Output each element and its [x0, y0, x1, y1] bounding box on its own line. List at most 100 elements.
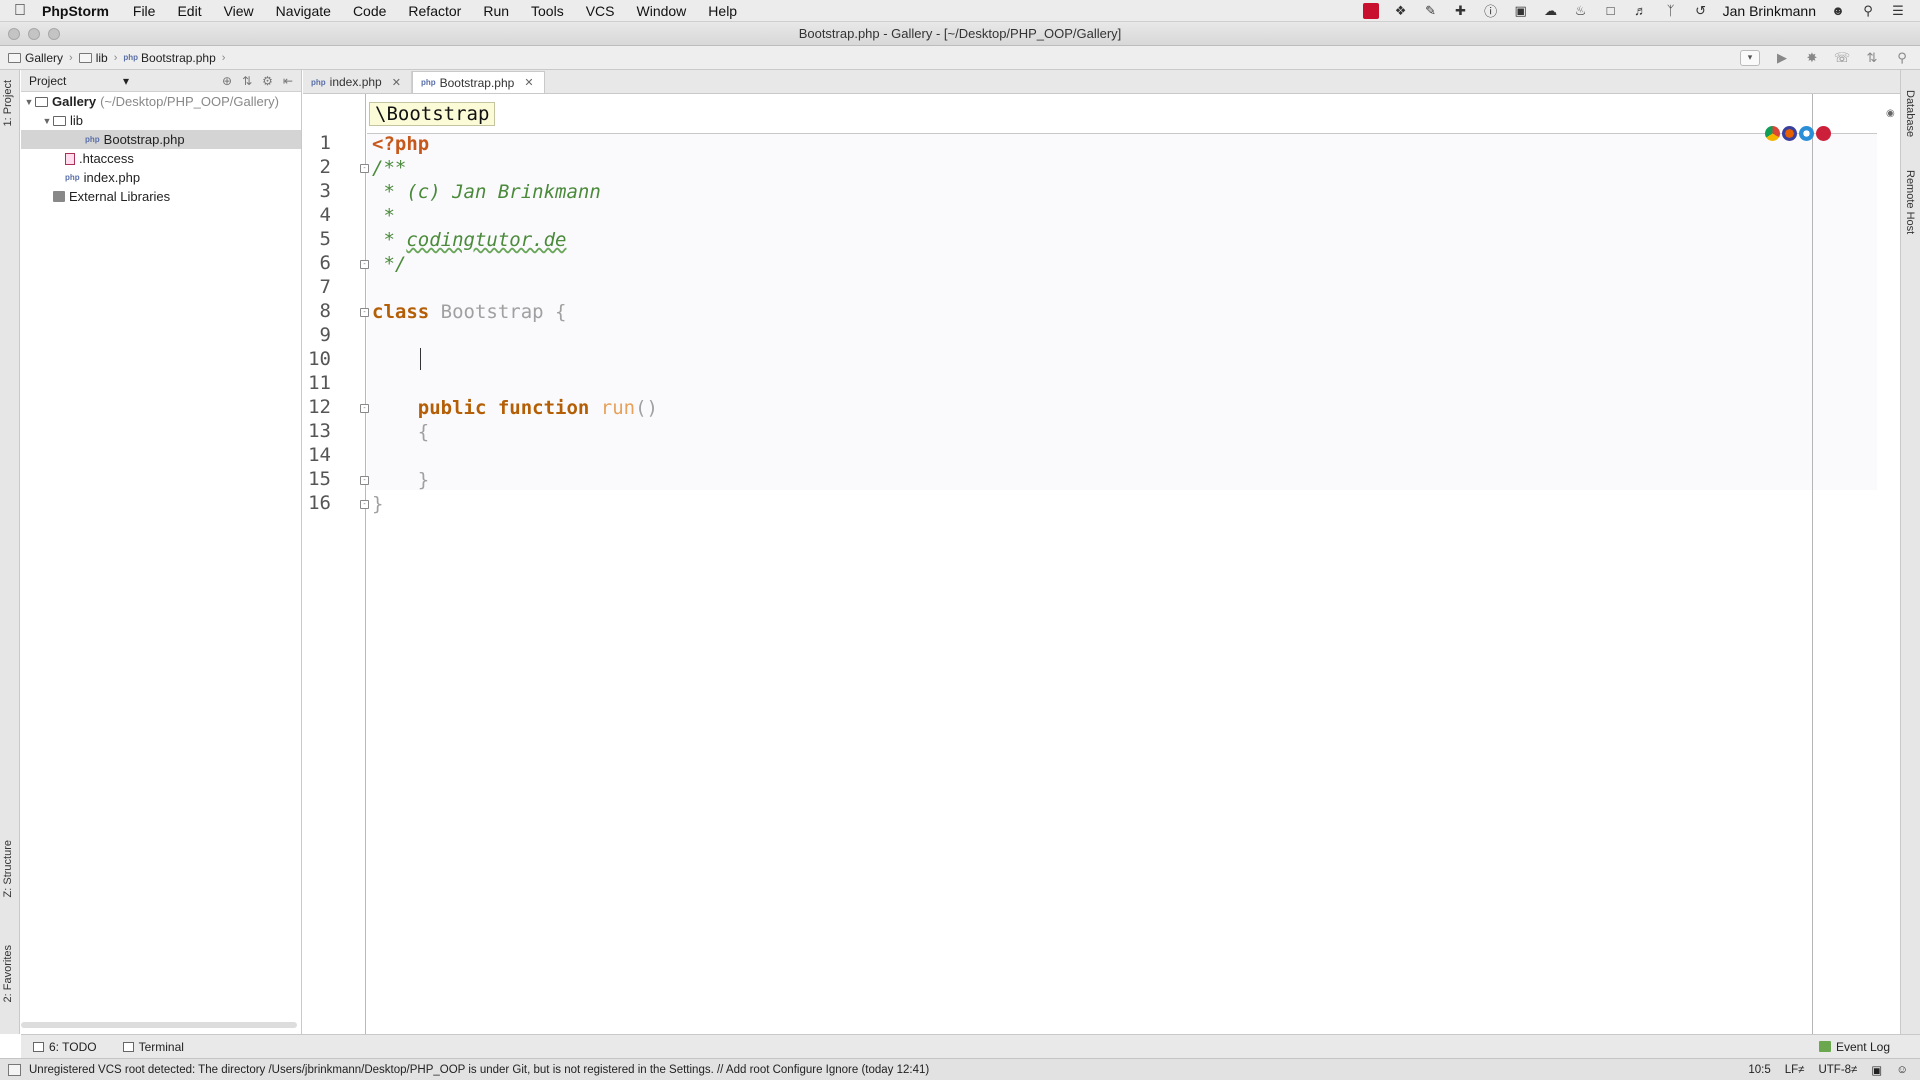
time-machine-icon[interactable]: ↺: [1693, 3, 1709, 19]
structure-tool-tab[interactable]: Z: Structure: [2, 840, 14, 897]
breadcrumb-bootstrap[interactable]: php Bootstrap.php ›: [123, 51, 225, 65]
scroll-from-source-icon[interactable]: ⊕: [222, 74, 232, 88]
gear-icon[interactable]: ⚙: [262, 74, 273, 88]
tree-item-index-php[interactable]: php index.php: [21, 168, 301, 187]
dropbox-icon[interactable]: ❖: [1393, 3, 1409, 19]
monitor-icon[interactable]: □: [1603, 3, 1619, 19]
lock-icon[interactable]: ▣: [1871, 1063, 1882, 1077]
tab-index-php[interactable]: php index.php ✕: [303, 71, 412, 93]
fold-marker-icon[interactable]: -: [360, 500, 369, 509]
code-line-13: {: [372, 420, 429, 444]
line-number: 4: [319, 204, 331, 226]
tree-item-gallery[interactable]: ▼ Gallery (~/Desktop/PHP_OOP/Gallery): [21, 92, 301, 111]
volume-icon[interactable]: ♬: [1633, 3, 1649, 19]
bluetooth-icon[interactable]: ᛉ: [1663, 3, 1679, 19]
app-red-icon[interactable]: [1362, 2, 1379, 19]
fold-marker-icon[interactable]: -: [360, 476, 369, 485]
event-log-button[interactable]: Event Log: [1818, 1040, 1890, 1054]
project-tool-tab[interactable]: 1: Project: [2, 80, 14, 126]
brace-open: {: [372, 421, 430, 443]
hide-panel-icon[interactable]: ⇤: [283, 74, 293, 88]
menu-help[interactable]: Help: [708, 3, 737, 19]
caret-position[interactable]: 10:5: [1748, 1064, 1770, 1076]
menu-tools[interactable]: Tools: [531, 3, 564, 19]
breadcrumb-gallery[interactable]: Gallery ›: [8, 51, 73, 65]
menu-view[interactable]: View: [224, 3, 254, 19]
tree-item-external-libraries[interactable]: External Libraries: [21, 187, 301, 206]
project-view-selector[interactable]: Project ▾: [29, 74, 129, 88]
encoding-selector[interactable]: UTF-8≠: [1818, 1064, 1857, 1076]
line-number: 15: [308, 468, 331, 490]
tree-item-bootstrap-php[interactable]: php Bootstrap.php: [21, 130, 301, 149]
line-number: 3: [319, 180, 331, 202]
spotlight-icon[interactable]: ⚲: [1860, 3, 1876, 19]
comment-text: *: [372, 205, 395, 227]
comment-url[interactable]: codingtutor.de: [406, 229, 566, 251]
tab-bootstrap-php[interactable]: php Bootstrap.php ✕: [411, 71, 545, 93]
run-icon[interactable]: ▶: [1774, 50, 1790, 66]
expand-arrow-icon[interactable]: ▼: [41, 116, 53, 126]
menu-navigate[interactable]: Navigate: [276, 3, 331, 19]
menu-file[interactable]: File: [133, 3, 156, 19]
close-icon[interactable]: ✕: [524, 76, 533, 89]
person-icon[interactable]: ☻: [1830, 3, 1846, 19]
breadcrumb-lib[interactable]: lib ›: [78, 51, 117, 65]
fold-marker-icon[interactable]: -: [360, 308, 369, 317]
book-icon[interactable]: ▣: [1513, 3, 1529, 19]
terminal-tool-button[interactable]: Terminal: [122, 1040, 184, 1054]
editor-gutter[interactable]: 1 2 3 4 5 6 7 8 9 10 11 12 13 14 15 16 -…: [303, 94, 369, 1034]
right-margin-guide: [1812, 94, 1813, 1034]
tree-item-htaccess[interactable]: .htaccess: [21, 149, 301, 168]
menu-app[interactable]: PhpStorm: [42, 3, 109, 19]
collapse-all-icon[interactable]: ⇅: [242, 74, 252, 88]
close-icon[interactable]: ✕: [392, 76, 401, 89]
pen-icon[interactable]: ✎: [1423, 3, 1439, 19]
todo-tool-button[interactable]: 6: TODO: [33, 1040, 97, 1054]
info-icon[interactable]: ⓘ: [1483, 3, 1499, 19]
remote-host-tool-tab[interactable]: Remote Host: [1904, 170, 1916, 234]
line-separator-selector[interactable]: LF≠: [1785, 1064, 1805, 1076]
left-tool-strip: 1: Project Z: Structure 2: Favorites: [0, 70, 20, 1034]
close-window-button[interactable]: [8, 28, 20, 40]
zoom-window-button[interactable]: [48, 28, 60, 40]
safari-icon[interactable]: [1799, 126, 1814, 141]
menu-code[interactable]: Code: [353, 3, 386, 19]
tree-item-lib[interactable]: ▼ lib: [21, 111, 301, 130]
plus-icon[interactable]: ✚: [1453, 3, 1469, 19]
menu-window[interactable]: Window: [637, 3, 687, 19]
vcs-update-icon[interactable]: ⇅: [1864, 50, 1880, 66]
line-number: 5: [319, 228, 331, 250]
menu-vcs[interactable]: VCS: [586, 3, 615, 19]
tool-windows-toggle-icon[interactable]: [8, 1063, 21, 1076]
fold-marker-icon[interactable]: -: [360, 260, 369, 269]
debug-icon[interactable]: ✸: [1804, 50, 1820, 66]
horizontal-scrollbar[interactable]: [21, 1022, 297, 1028]
fold-marker-icon[interactable]: -: [360, 404, 369, 413]
expand-arrow-icon[interactable]: ▼: [23, 97, 35, 107]
favorites-tool-tab[interactable]: 2: Favorites: [2, 945, 14, 1002]
database-tool-tab[interactable]: Database: [1904, 90, 1916, 137]
code-editor[interactable]: 1 2 3 4 5 6 7 8 9 10 11 12 13 14 15 16 -…: [303, 94, 1900, 1034]
cloud-icon[interactable]: ☁: [1543, 3, 1559, 19]
listen-debug-icon[interactable]: ☏: [1834, 50, 1850, 66]
code-line-6: */: [372, 252, 406, 276]
status-message[interactable]: Unregistered VCS root detected: The dire…: [29, 1064, 929, 1076]
inspector-icon[interactable]: ☺: [1896, 1064, 1908, 1076]
minimize-window-button[interactable]: [28, 28, 40, 40]
menu-refactor[interactable]: Refactor: [408, 3, 461, 19]
apple-icon[interactable]: : [14, 2, 26, 20]
right-tool-strip: Database Remote Host: [1900, 70, 1920, 1034]
chrome-icon[interactable]: [1765, 126, 1780, 141]
opera-icon[interactable]: [1816, 126, 1831, 141]
menu-edit[interactable]: Edit: [177, 3, 201, 19]
evernote-icon[interactable]: ♨: [1573, 3, 1589, 19]
firefox-icon[interactable]: [1782, 126, 1797, 141]
search-icon[interactable]: ⚲: [1894, 50, 1910, 66]
user-name[interactable]: Jan Brinkmann: [1723, 3, 1816, 19]
eye-icon[interactable]: ◉: [1886, 108, 1895, 119]
run-config-dropdown[interactable]: ▾: [1740, 49, 1760, 66]
menu-run[interactable]: Run: [483, 3, 509, 19]
navigation-bar: Gallery › lib › php Bootstrap.php › ▾ ▶ …: [0, 46, 1920, 70]
fold-marker-icon[interactable]: -: [360, 164, 369, 173]
notification-list-icon[interactable]: ☰: [1890, 3, 1906, 19]
